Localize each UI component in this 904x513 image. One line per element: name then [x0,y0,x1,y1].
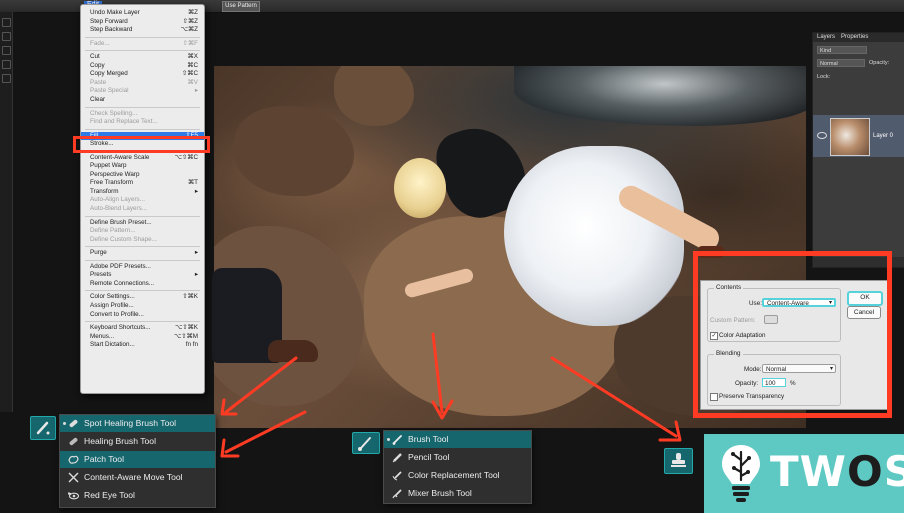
blend-mode-select[interactable]: Normal [817,59,865,67]
layers-panel: Layers Properties Kind Normal Opacity: L… [812,32,904,268]
lightbulb-logo-icon [722,445,760,502]
twos-logo: TWOS [704,434,904,513]
arrow-to-stamp-tool [550,356,678,438]
layer-name: Layer 0 [873,133,894,139]
tab-properties[interactable]: Properties [841,33,868,42]
kind-filter-select[interactable]: Kind [817,46,867,54]
layers-panel-tabs: Layers Properties [813,33,904,42]
arrow-to-patch-tool [224,410,307,454]
tab-layers[interactable]: Layers [817,33,835,42]
layer-thumbnail [830,118,870,156]
arrow-to-brush-tool [431,332,444,414]
opacity-label: Opacity: [869,60,890,66]
twos-wordmark: TWOS [770,447,904,496]
layer-row[interactable]: Layer 0 [813,115,904,157]
lock-label: Lock: [817,74,831,80]
visibility-eye-icon[interactable] [817,132,827,139]
fill-dialog-highlight-box [693,251,892,418]
arrow-to-spot-healing [224,356,298,414]
